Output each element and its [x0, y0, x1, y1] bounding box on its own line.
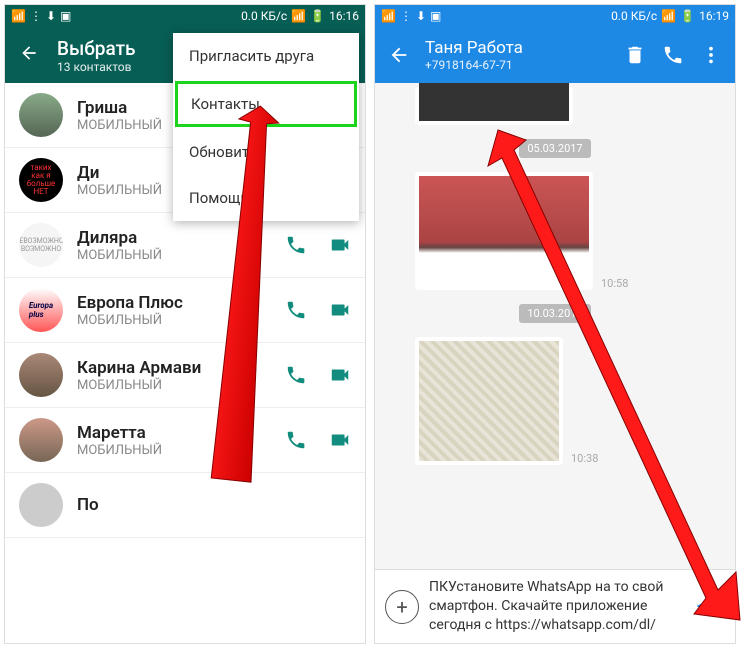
menu-refresh[interactable]: Обновить: [173, 129, 359, 175]
avatar: [19, 353, 63, 397]
screenshot-icon: ▣: [430, 9, 441, 23]
status-bar: 📶 ⋮ ⬇ ▣ 0.0 КБ/с 📶 🔋 16:16: [5, 5, 365, 27]
call-icon[interactable]: [285, 429, 307, 451]
avatar: НЕВОЗМОЖНОЕВОЗМОЖНО: [19, 223, 63, 267]
download-icon: ⬇: [416, 9, 426, 23]
menu-help[interactable]: Помощь: [173, 175, 359, 221]
avatar: такихкак ябольшеНЕТ: [19, 158, 63, 202]
menu-contacts[interactable]: Контакты: [175, 81, 357, 127]
more-icon: ⋮: [30, 9, 42, 23]
wifi-icon: 📶: [661, 9, 676, 23]
download-icon: ⬇: [46, 9, 56, 23]
attach-button[interactable]: +: [385, 590, 419, 624]
contact-row[interactable]: Europaplus Европа Плюс МОБИЛЬНЫЙ: [5, 278, 365, 343]
signal-icon: 📶: [381, 9, 396, 23]
chat-body: 05.03.2017 10:58 10.03.2017 10:38: [375, 83, 735, 573]
compose-bar: + ПКУстановите WhatsApp на то свой смарт…: [375, 569, 735, 643]
status-bar: 📶 ⋮ ⬇ ▣ 0.0 КБ/с 📶 🔋 16:19: [375, 5, 735, 27]
date-chip: 05.03.2017: [519, 139, 590, 158]
chat-phone: +7918164-67-71: [425, 58, 609, 72]
options-popup: Пригласить друга Контакты Обновить Помощ…: [173, 33, 359, 221]
video-icon[interactable]: [329, 299, 351, 321]
more-button[interactable]: [699, 43, 723, 67]
sms-screen: 📶 ⋮ ⬇ ▣ 0.0 КБ/с 📶 🔋 16:19 Таня Работа +…: [374, 4, 736, 644]
contact-name: Европа Плюс: [77, 293, 271, 313]
message-time: 10:58: [601, 277, 628, 290]
contact-sub: МОБИЛЬНЫЙ: [77, 378, 271, 393]
send-button[interactable]: [695, 592, 725, 622]
avatar: Europaplus: [19, 288, 63, 332]
clock: 16:19: [699, 9, 729, 23]
compose-input[interactable]: ПКУстановите WhatsApp на то свой смартфо…: [429, 578, 685, 635]
contact-row[interactable]: Карина Армави МОБИЛЬНЫЙ: [5, 343, 365, 408]
message-image[interactable]: [415, 172, 593, 290]
delete-button[interactable]: [623, 43, 647, 67]
contact-sub: МОБИЛЬНЫЙ: [77, 248, 271, 263]
contact-name: Карина Армави: [77, 358, 271, 378]
chat-title: Таня Работа: [425, 38, 609, 58]
header-subtitle: 13 контактов: [57, 60, 136, 74]
message-image[interactable]: [415, 337, 563, 465]
contact-name: Диляра: [77, 228, 271, 248]
battery-icon: 🔋: [680, 9, 695, 23]
contact-row[interactable]: По: [5, 473, 365, 538]
menu-invite[interactable]: Пригласить друга: [173, 33, 359, 79]
message-image[interactable]: [415, 87, 573, 125]
contact-name: Маретта: [77, 423, 271, 443]
screenshot-icon: ▣: [60, 9, 71, 23]
contact-sub: МОБИЛЬНЫЙ: [77, 443, 271, 458]
contact-name: По: [77, 495, 351, 515]
wifi-icon: 📶: [291, 9, 306, 23]
more-icon: ⋮: [400, 9, 412, 23]
contact-row[interactable]: Маретта МОБИЛЬНЫЙ: [5, 408, 365, 473]
avatar: [19, 93, 63, 137]
whatsapp-screen: 📶 ⋮ ⬇ ▣ 0.0 КБ/с 📶 🔋 16:16 Выбрать 13 ко…: [4, 4, 366, 644]
date-chip: 10.03.2017: [519, 304, 590, 323]
video-icon[interactable]: [329, 234, 351, 256]
back-button[interactable]: [19, 43, 39, 67]
signal-icon: 📶: [11, 9, 26, 23]
back-button[interactable]: [387, 43, 411, 67]
call-icon[interactable]: [285, 299, 307, 321]
net-speed: 0.0 КБ/с: [611, 9, 657, 23]
call-button[interactable]: [661, 43, 685, 67]
sms-header: Таня Работа +7918164-67-71: [375, 27, 735, 83]
call-icon[interactable]: [285, 234, 307, 256]
avatar: [19, 483, 63, 527]
clock: 16:16: [329, 9, 359, 23]
call-icon[interactable]: [285, 364, 307, 386]
avatar: [19, 418, 63, 462]
net-speed: 0.0 КБ/с: [241, 9, 287, 23]
video-icon[interactable]: [329, 364, 351, 386]
contact-sub: МОБИЛЬНЫЙ: [77, 313, 271, 328]
message-time: 10:38: [571, 452, 598, 465]
battery-icon: 🔋: [310, 9, 325, 23]
contact-row[interactable]: НЕВОЗМОЖНОЕВОЗМОЖНО Диляра МОБИЛЬНЫЙ: [5, 213, 365, 278]
video-icon[interactable]: [329, 429, 351, 451]
header-title: Выбрать: [57, 37, 136, 60]
